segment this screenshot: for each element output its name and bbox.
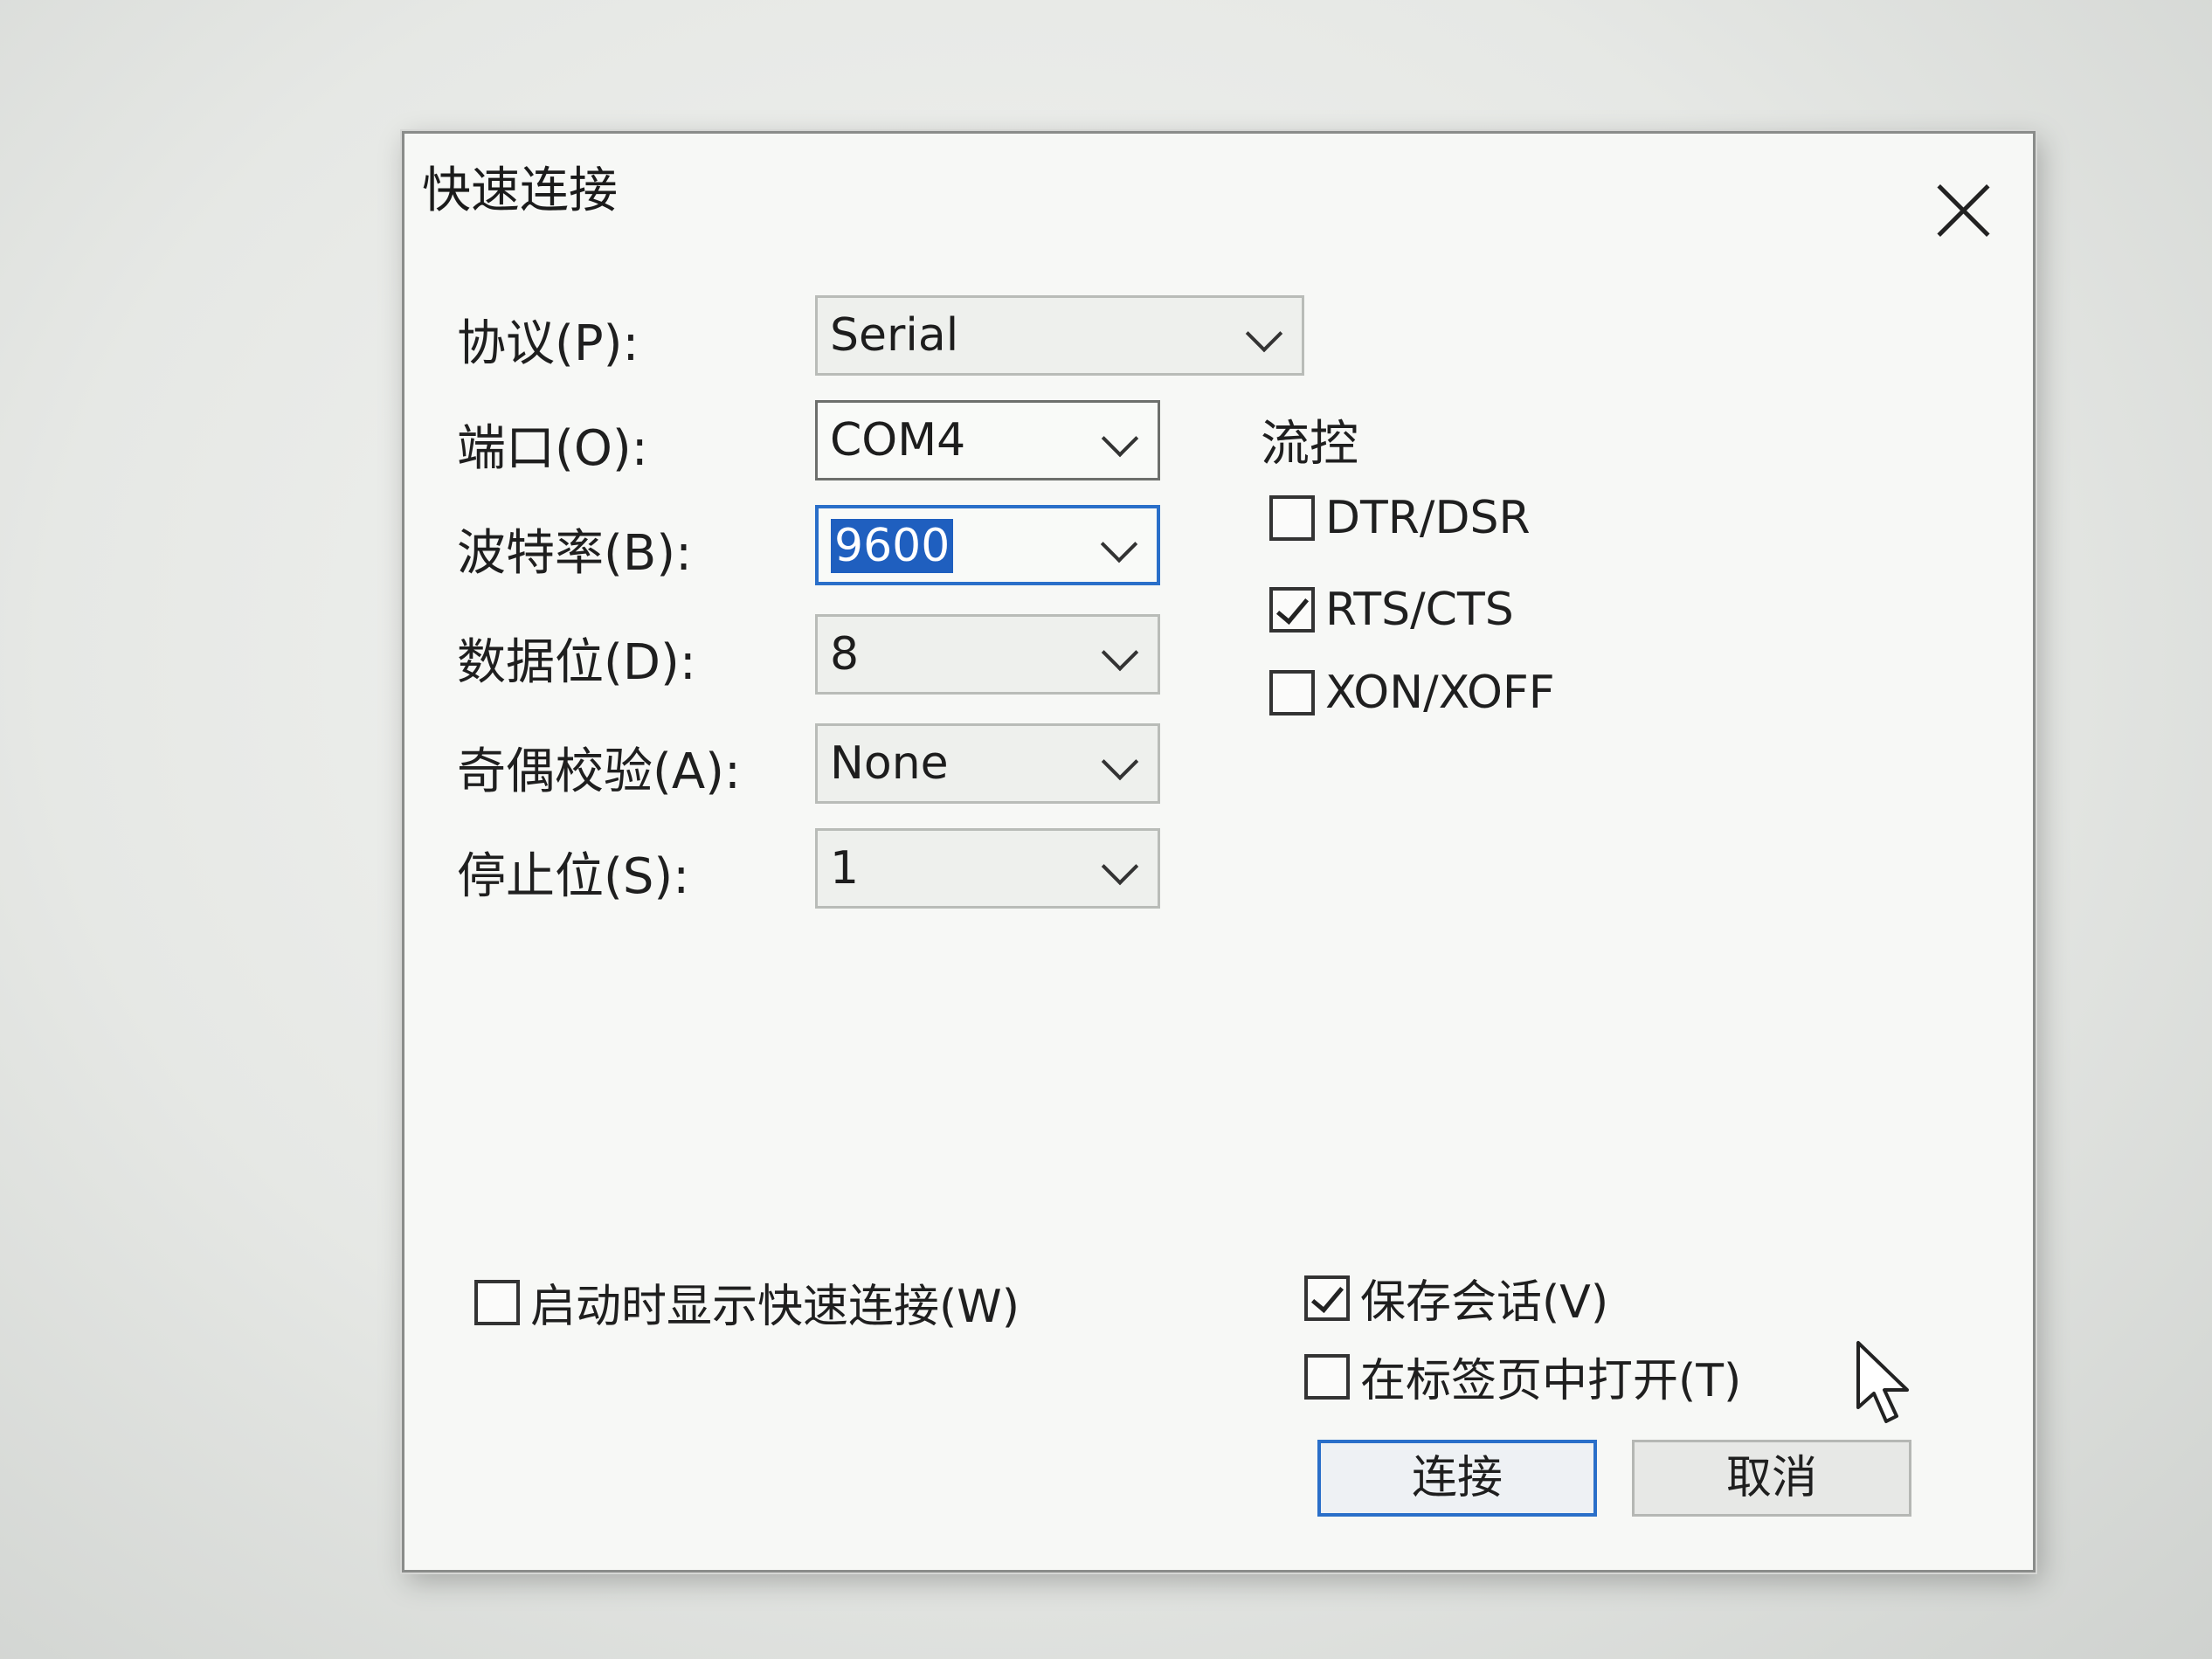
dtr-dsr-checkbox[interactable]: DTR/DSR bbox=[1269, 492, 1531, 544]
xon-xoff-checkbox[interactable]: XON/XOFF bbox=[1269, 667, 1555, 719]
baud-rate-value: 9600 bbox=[831, 519, 954, 573]
cancel-button[interactable]: 取消 bbox=[1632, 1440, 1911, 1517]
checkbox-box bbox=[1269, 495, 1315, 541]
chevron-down-icon bbox=[1101, 743, 1139, 781]
chevron-down-icon bbox=[1101, 419, 1139, 458]
quick-connect-dialog: 快速连接 协议(P): 端口(O): 波特率(B): 数据位(D): 奇偶校验(… bbox=[402, 131, 2036, 1573]
parity-value: None bbox=[830, 737, 949, 790]
rts-cts-label: RTS/CTS bbox=[1325, 584, 1514, 636]
checkbox-box bbox=[1269, 670, 1315, 715]
parity-select[interactable]: None bbox=[815, 723, 1160, 804]
parity-label: 奇偶校验(A): bbox=[457, 743, 741, 800]
baud-rate-select[interactable]: 9600 bbox=[815, 505, 1160, 585]
stop-bits-select[interactable]: 1 bbox=[815, 828, 1160, 909]
mouse-cursor-icon bbox=[1856, 1341, 1909, 1423]
checkmark-icon bbox=[1269, 587, 1315, 632]
checkbox-box bbox=[474, 1279, 520, 1325]
checkmark-icon bbox=[1304, 1275, 1350, 1321]
show-on-startup-label: 启动时显示快速连接(W) bbox=[530, 1281, 1020, 1333]
chevron-down-icon bbox=[1245, 315, 1283, 353]
save-session-checkbox[interactable]: 保存会话(V) bbox=[1304, 1265, 1608, 1331]
protocol-label: 协议(P): bbox=[457, 315, 639, 372]
show-on-startup-checkbox[interactable]: 启动时显示快速连接(W) bbox=[474, 1269, 1020, 1335]
flow-control-title: 流控 bbox=[1261, 416, 1358, 473]
dtr-dsr-label: DTR/DSR bbox=[1325, 492, 1531, 544]
chevron-down-icon bbox=[1101, 633, 1139, 672]
rts-cts-checkbox[interactable]: RTS/CTS bbox=[1269, 584, 1514, 636]
port-value: COM4 bbox=[830, 414, 966, 467]
protocol-value: Serial bbox=[830, 309, 959, 362]
open-in-tab-checkbox[interactable]: 在标签页中打开(T) bbox=[1304, 1344, 1741, 1409]
connect-button[interactable]: 连接 bbox=[1317, 1440, 1597, 1517]
checkbox-box bbox=[1304, 1353, 1350, 1400]
port-label: 端口(O): bbox=[457, 420, 648, 477]
data-bits-label: 数据位(D): bbox=[457, 634, 696, 691]
chevron-down-icon bbox=[1101, 847, 1139, 886]
close-icon[interactable] bbox=[1928, 176, 1998, 245]
stop-bits-label: 停止位(S): bbox=[457, 848, 690, 905]
stop-bits-value: 1 bbox=[830, 842, 860, 895]
open-in-tab-label: 在标签页中打开(T) bbox=[1360, 1355, 1742, 1407]
dialog-title: 快速连接 bbox=[422, 162, 618, 219]
port-select[interactable]: COM4 bbox=[815, 400, 1160, 480]
save-session-label: 保存会话(V) bbox=[1360, 1276, 1609, 1329]
data-bits-value: 8 bbox=[830, 628, 860, 681]
chevron-down-icon bbox=[1100, 525, 1138, 563]
baud-rate-label: 波特率(B): bbox=[457, 525, 692, 582]
protocol-select[interactable]: Serial bbox=[815, 295, 1304, 376]
xon-xoff-label: XON/XOFF bbox=[1325, 667, 1555, 719]
data-bits-select[interactable]: 8 bbox=[815, 614, 1160, 695]
